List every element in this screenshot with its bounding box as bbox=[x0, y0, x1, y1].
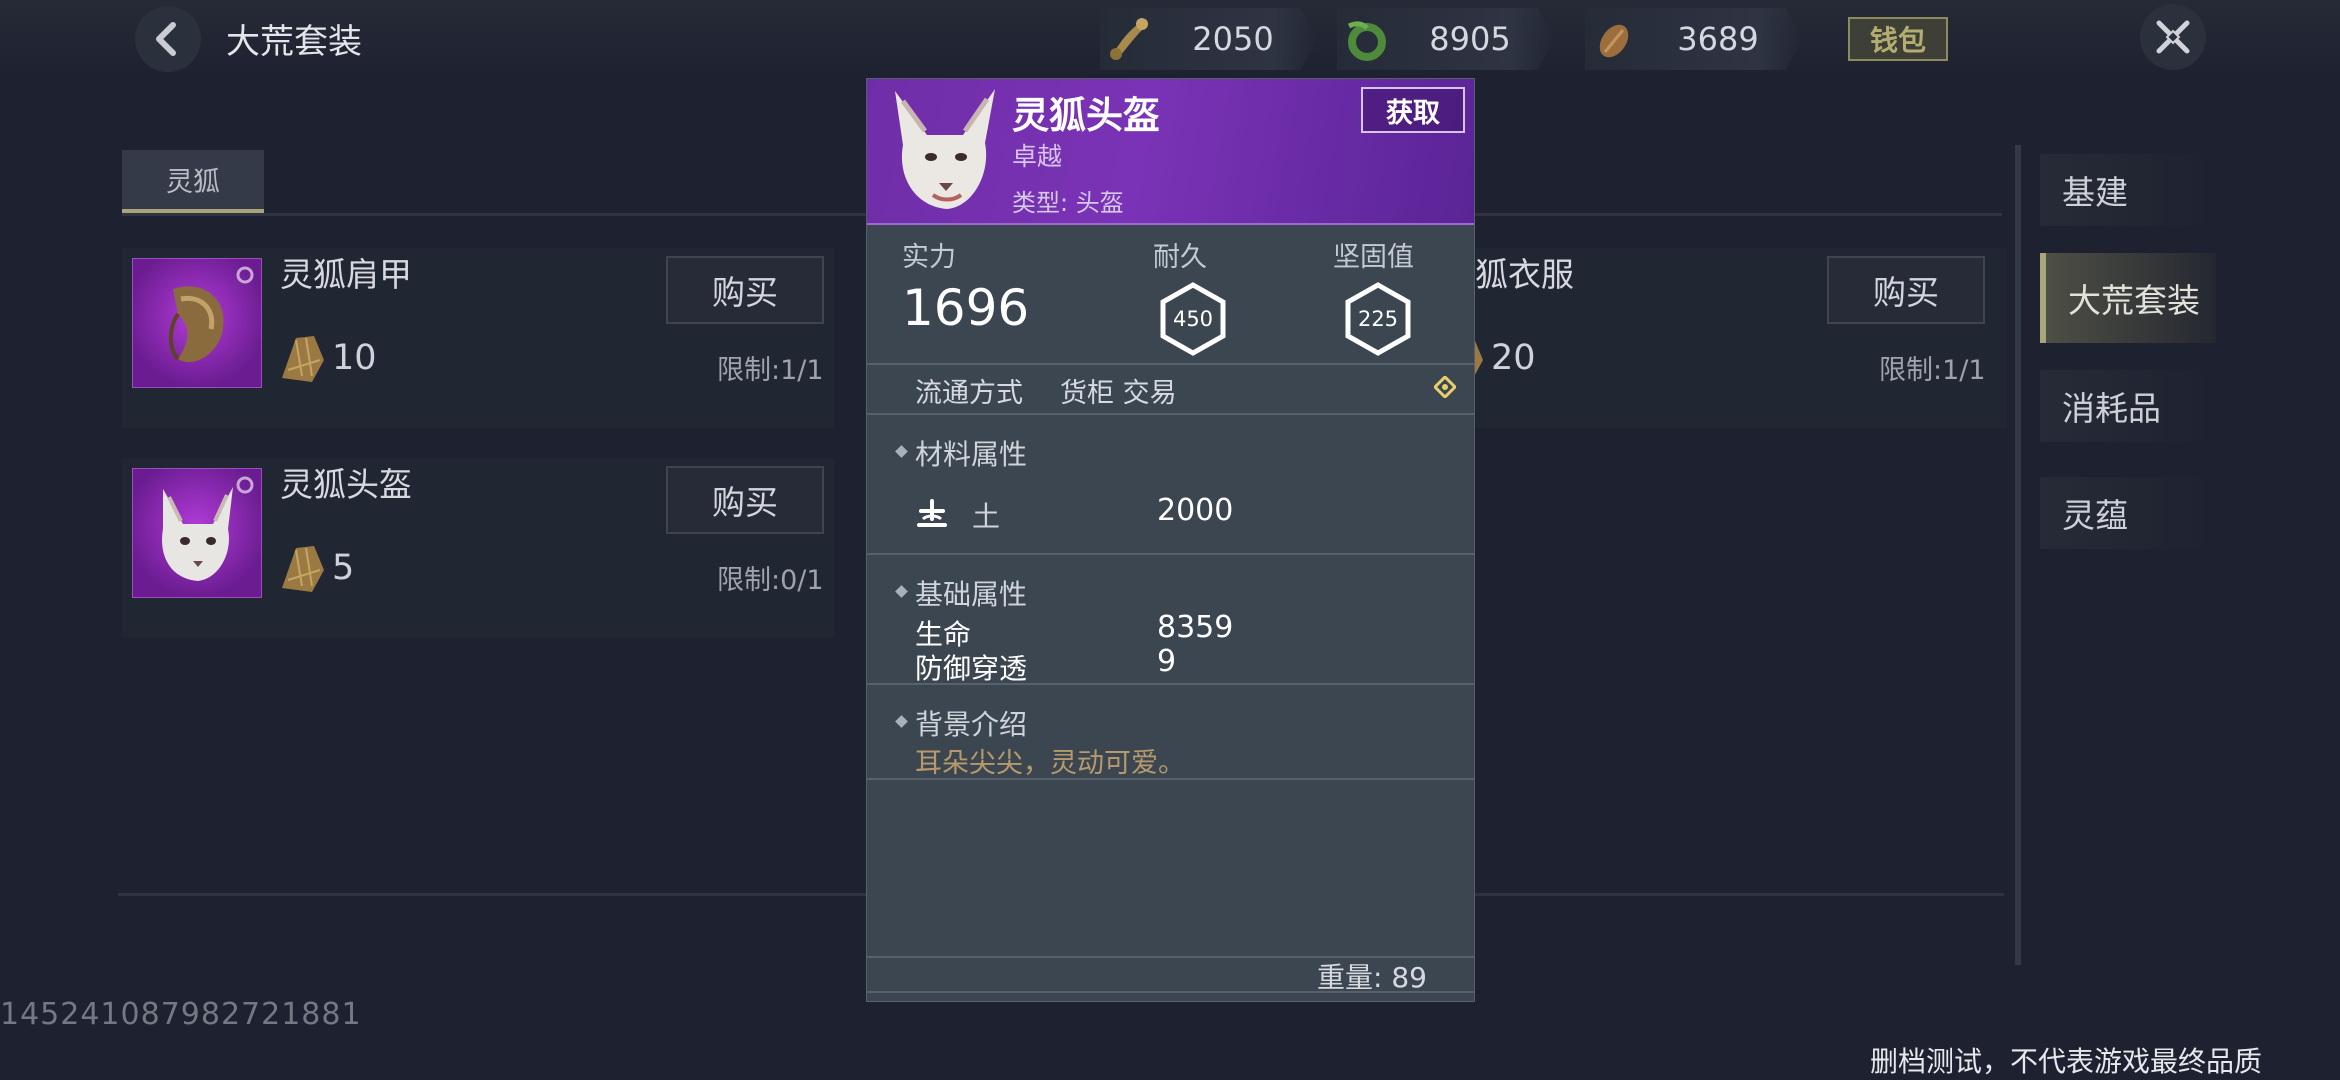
item-name: 灵狐肩甲 bbox=[280, 255, 412, 294]
bullet-icon bbox=[895, 445, 908, 458]
currency-bone-value: 2050 bbox=[1192, 20, 1274, 58]
divider bbox=[867, 413, 1474, 415]
purchase-limit: 限制:0/1 bbox=[717, 565, 824, 596]
close-button[interactable] bbox=[2140, 4, 2206, 70]
currency-shard-icon bbox=[282, 546, 324, 592]
circulation-value: 货柜 交易 bbox=[1060, 378, 1177, 409]
toughness-badge: 225 bbox=[1342, 281, 1414, 357]
currency-shard-icon bbox=[282, 336, 324, 382]
user-id: 14524108798272188​1 bbox=[0, 997, 362, 1032]
purchase-limit: 限制:1/1 bbox=[1879, 355, 1986, 386]
background-text: 耳朵尖尖，灵动可爱。 bbox=[915, 748, 1185, 779]
fox-helmet-icon bbox=[895, 89, 995, 209]
circulation-label: 流通方式 bbox=[915, 378, 1023, 409]
material-name: 土 bbox=[972, 500, 1001, 533]
bullet-icon bbox=[895, 715, 908, 728]
close-icon bbox=[2156, 20, 2190, 54]
test-disclaimer: 删档测试，不代表游戏最终品质 bbox=[1870, 1045, 2263, 1078]
strength-value: 1696 bbox=[902, 279, 1030, 337]
fox-helmet-icon bbox=[162, 476, 254, 581]
nav-item-dahuang-set[interactable]: 大荒套装 bbox=[2040, 253, 2216, 343]
item-card-clothes[interactable]: 狐衣服 20 购买 限制:1/1 bbox=[1465, 248, 2007, 428]
back-button[interactable] bbox=[135, 6, 201, 72]
page-title: 大荒套装 bbox=[226, 22, 362, 62]
currency-jade: 8905 bbox=[1337, 8, 1555, 70]
buy-button[interactable]: 购买 bbox=[666, 466, 824, 534]
item-price: 5 bbox=[276, 540, 354, 596]
hp-value: 8359 bbox=[1157, 610, 1234, 645]
seed-icon bbox=[1599, 24, 1629, 58]
divider bbox=[867, 363, 1474, 365]
purchase-limit: 限制:1/1 bbox=[717, 355, 824, 386]
item-name: 狐衣服 bbox=[1475, 255, 1574, 294]
nav-divider bbox=[2015, 145, 2021, 965]
bone-icon bbox=[1110, 18, 1148, 60]
divider bbox=[867, 683, 1474, 685]
tab-linghu[interactable]: 灵狐 bbox=[122, 150, 264, 213]
currency-bone: 2050 bbox=[1100, 8, 1318, 70]
defense-pen-value: 9 bbox=[1157, 644, 1177, 679]
popup-header: 灵狐头盔 卓越 类型: 头盔 获取 bbox=[867, 79, 1474, 225]
chevron-left-icon bbox=[156, 22, 176, 56]
item-card-helmet[interactable]: 灵狐头盔 5 购买 限制:0/1 bbox=[122, 458, 834, 638]
strength-label: 实力 bbox=[902, 242, 956, 273]
durability-badge: 450 bbox=[1157, 281, 1229, 357]
buy-button[interactable]: 购买 bbox=[666, 256, 824, 324]
shoulder-armor-icon bbox=[168, 266, 254, 363]
shoulder-armor-image bbox=[132, 258, 262, 388]
item-card-shoulder[interactable]: 灵狐肩甲 10 购买 限制:1/1 bbox=[122, 248, 834, 428]
item-name: 灵狐头盔 bbox=[280, 465, 412, 504]
divider bbox=[867, 778, 1474, 780]
rarity-label: 卓越 bbox=[1012, 142, 1063, 171]
durability-value: 450 bbox=[1172, 307, 1214, 331]
item-weight: 重量: 89 bbox=[1317, 961, 1427, 994]
jade-ring-icon bbox=[1347, 21, 1386, 61]
background-section-title: 背景介绍 bbox=[915, 708, 1028, 741]
popup-title: 灵狐头盔 bbox=[1012, 94, 1160, 137]
material-section-title: 材料属性 bbox=[915, 438, 1028, 471]
material-value: 2000 bbox=[1157, 493, 1234, 528]
item-type: 类型: 头盔 bbox=[1012, 189, 1124, 217]
nav-item-consumables[interactable]: 消耗品 bbox=[2040, 370, 2216, 442]
fox-helmet-image bbox=[132, 468, 262, 598]
divider bbox=[867, 991, 1474, 993]
defense-pen-label: 防御穿透 bbox=[915, 652, 1028, 685]
nav-item-lingyun[interactable]: 灵蕴 bbox=[2040, 477, 2216, 549]
get-button[interactable]: 获取 bbox=[1361, 87, 1465, 133]
earth-element-icon bbox=[917, 499, 947, 527]
currency-jade-value: 8905 bbox=[1429, 20, 1511, 58]
bullet-icon bbox=[895, 585, 908, 598]
currency-seed: 3689 bbox=[1585, 8, 1803, 70]
item-price: 20 bbox=[1465, 330, 1536, 386]
item-price: 10 bbox=[276, 330, 377, 386]
currency-seed-value: 3689 bbox=[1677, 20, 1759, 58]
wallet-button[interactable]: 钱包 bbox=[1848, 17, 1948, 61]
item-detail-popup: 灵狐头盔 卓越 类型: 头盔 获取 实力 耐久 坚固值 1696 450 225… bbox=[866, 78, 1475, 1002]
divider bbox=[867, 553, 1474, 555]
buy-button[interactable]: 购买 bbox=[1827, 256, 1985, 324]
base-section-title: 基础属性 bbox=[915, 578, 1028, 611]
help-diamond-icon[interactable] bbox=[1434, 376, 1456, 398]
toughness-label: 坚固值 bbox=[1333, 242, 1414, 273]
durability-label: 耐久 bbox=[1153, 242, 1207, 273]
toughness-value: 225 bbox=[1357, 307, 1399, 331]
nav-item-infrastructure[interactable]: 基建 bbox=[2040, 154, 2216, 226]
